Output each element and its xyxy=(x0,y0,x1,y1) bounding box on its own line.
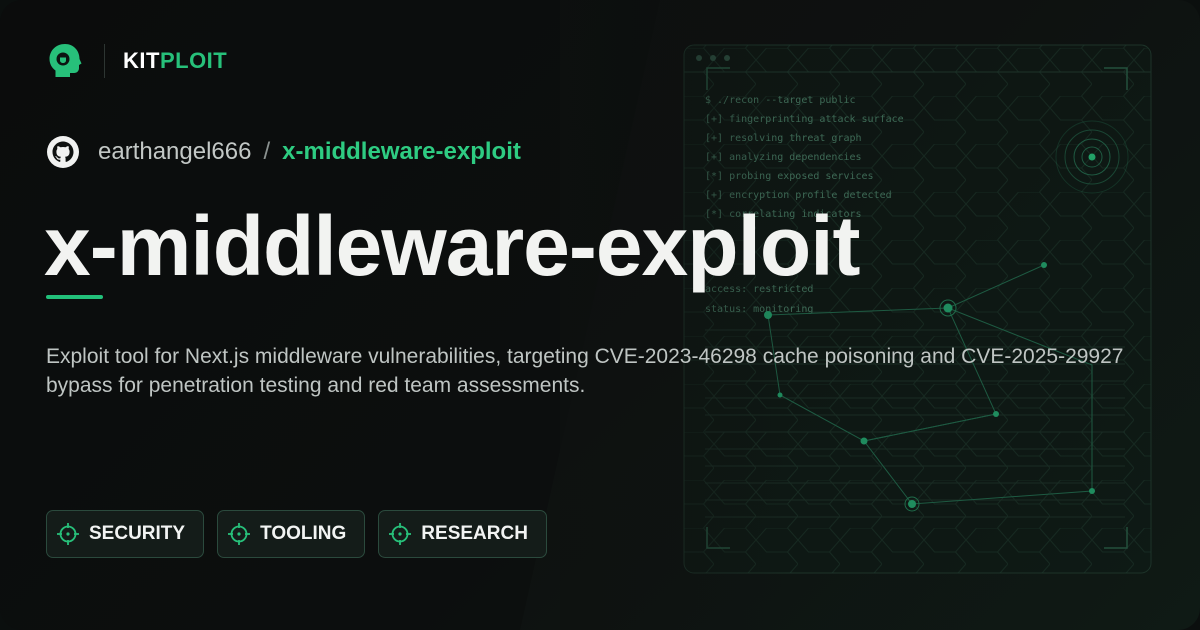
tag-research[interactable]: RESEARCH xyxy=(378,510,547,558)
brand-divider xyxy=(104,44,105,78)
title-underline xyxy=(46,295,103,299)
repo-description: Exploit tool for Next.js middleware vuln… xyxy=(46,345,1124,397)
github-icon xyxy=(47,136,79,168)
tag-security[interactable]: SECURITY xyxy=(46,510,205,558)
tag-label: TOOLING xyxy=(260,523,347,544)
tag-tooling[interactable]: TOOLING xyxy=(217,510,366,558)
crosshair-icon xyxy=(389,523,412,545)
kitploit-logo-icon xyxy=(49,44,82,77)
tag-label: RESEARCH xyxy=(421,523,528,544)
brand-name: KITPLOIT xyxy=(123,48,227,74)
brand[interactable]: KITPLOIT xyxy=(46,42,227,80)
page-title: x-middleware-exploit xyxy=(44,199,861,293)
repo-name-link[interactable]: x-middleware-exploit xyxy=(282,138,521,166)
crosshair-icon xyxy=(228,523,251,545)
tag-list: SECURITY TOOLING RESEARCH xyxy=(46,510,547,558)
crosshair-icon xyxy=(57,523,79,545)
breadcrumb-separator: / xyxy=(263,138,271,165)
breadcrumb: earthangel666 / x-middleware-exploit xyxy=(46,134,521,170)
social-card: $ ./recon --target public [+] fingerprin… xyxy=(0,0,1200,630)
tag-label: SECURITY xyxy=(89,523,186,544)
brand-name-kit: KIT xyxy=(123,48,160,73)
brand-name-ploit: PLOIT xyxy=(159,48,228,73)
repo-owner-link[interactable]: earthangel666 xyxy=(98,138,251,166)
